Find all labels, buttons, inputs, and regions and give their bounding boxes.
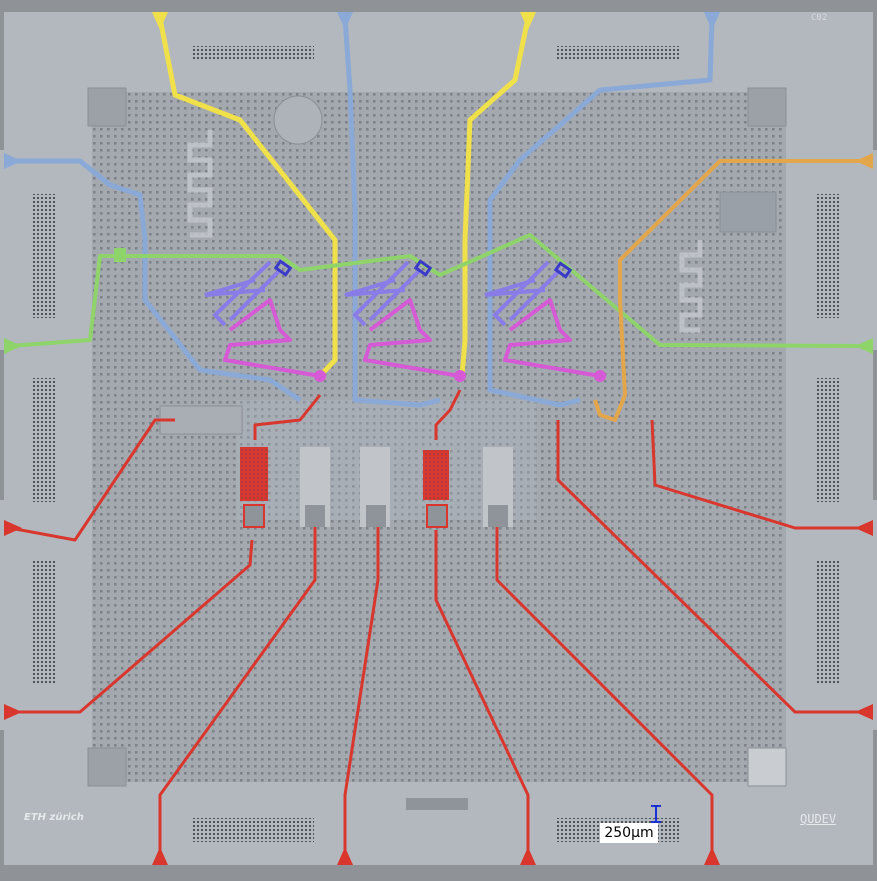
scale-bar-label: 250µm xyxy=(600,823,658,843)
eth-logo: ETH zürich xyxy=(24,812,84,823)
qudev-logo: QUDEV xyxy=(800,812,837,826)
chip-micrograph: C02 ETH zürich QUDEV 250µm xyxy=(0,0,877,877)
feedline-stub xyxy=(114,248,126,262)
chip-layout-svg xyxy=(0,0,877,877)
chip-id-label: C02 xyxy=(811,13,828,23)
